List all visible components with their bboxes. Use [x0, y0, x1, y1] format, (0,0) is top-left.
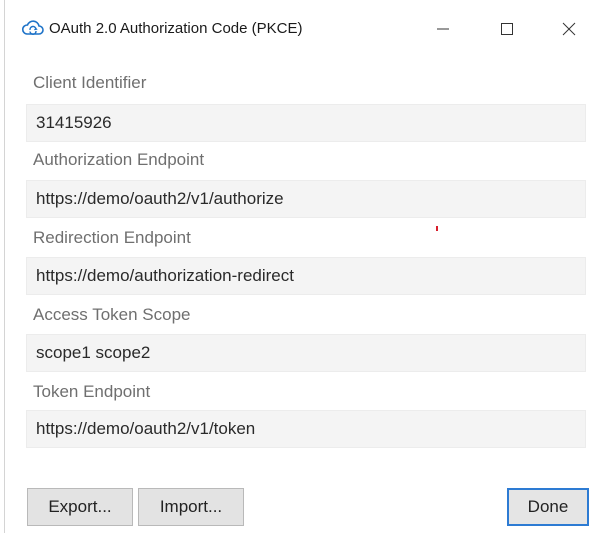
- access-token-scope-label: Access Token Scope: [33, 305, 191, 324]
- done-button[interactable]: Done: [507, 488, 589, 526]
- access-token-scope-input[interactable]: scope1 scope2: [26, 334, 586, 372]
- close-icon: [562, 22, 576, 36]
- export-button[interactable]: Export...: [27, 488, 133, 526]
- client-identifier-label: Client Identifier: [33, 73, 147, 92]
- title-bar[interactable]: OAuth 2.0 Authorization Code (PKCE): [5, 0, 589, 56]
- token-endpoint-input[interactable]: https://demo/oauth2/v1/token: [26, 410, 586, 448]
- window-title: OAuth 2.0 Authorization Code (PKCE): [49, 20, 303, 37]
- close-button[interactable]: [549, 12, 589, 46]
- redirection-endpoint-label: Redirection Endpoint: [33, 228, 191, 247]
- dialog-window: OAuth 2.0 Authorization Code (PKCE) Clie…: [4, 0, 589, 533]
- maximize-button[interactable]: [487, 12, 527, 46]
- minimize-button[interactable]: [423, 12, 463, 46]
- maximize-icon: [500, 22, 514, 36]
- client-identifier-input[interactable]: 31415926: [26, 104, 586, 142]
- token-endpoint-label: Token Endpoint: [33, 382, 151, 401]
- import-button[interactable]: Import...: [138, 488, 244, 526]
- cloud-sync-icon: [21, 19, 45, 39]
- minimize-icon: [436, 22, 450, 36]
- authorization-endpoint-input[interactable]: https://demo/oauth2/v1/authorize: [26, 180, 586, 218]
- red-mark: [436, 226, 438, 231]
- redirection-endpoint-input[interactable]: https://demo/authorization-redirect: [26, 257, 586, 295]
- authorization-endpoint-label: Authorization Endpoint: [33, 150, 205, 169]
